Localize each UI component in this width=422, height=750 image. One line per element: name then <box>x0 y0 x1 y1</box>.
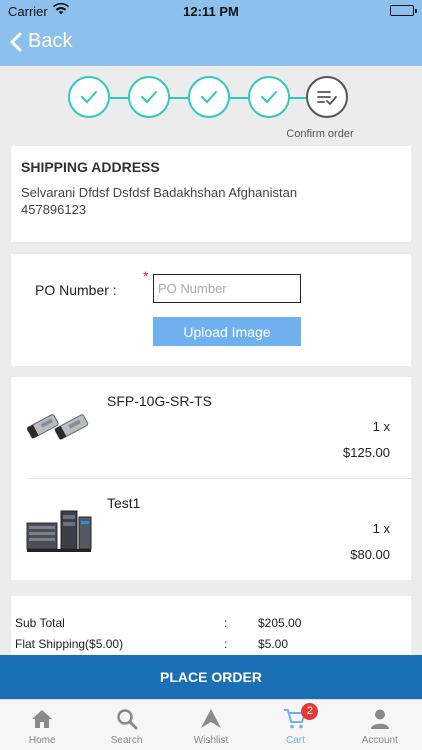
step-1-completed <box>68 76 110 118</box>
tab-cart[interactable]: 2 Cart <box>253 700 337 750</box>
item-name: Test1 <box>107 495 141 511</box>
shipping-address-title: SHIPPING ADDRESS <box>21 159 160 175</box>
item-quantity: 1 x <box>372 419 390 434</box>
po-number-card: PO Number : * Upload Image <box>11 254 411 366</box>
tab-home[interactable]: Home <box>0 700 84 750</box>
checkmark-icon <box>261 91 277 103</box>
tab-search[interactable]: Search <box>84 700 168 750</box>
step-caption: Confirm order <box>286 128 354 140</box>
tab-bar: Home Search Wishlist 2 Cart Account <box>0 699 422 750</box>
search-icon <box>116 709 138 730</box>
checkmark-icon <box>201 91 217 103</box>
required-mark: * <box>143 268 149 284</box>
list-check-icon <box>317 91 337 105</box>
home-icon <box>32 710 53 728</box>
step-3-completed <box>188 76 230 118</box>
shipping-address-card: SHIPPING ADDRESS Selvarani Dfdsf Dsfdsf … <box>11 146 411 242</box>
tab-wishlist[interactable]: Wishlist <box>169 700 253 750</box>
separator: : <box>224 616 228 630</box>
chevron-left-icon <box>10 32 22 51</box>
status-bar: Carrier 12:11 PM <box>0 0 422 22</box>
step-connector <box>110 97 128 99</box>
step-5-confirm-order <box>306 76 348 118</box>
wishlist-icon <box>201 709 222 728</box>
clock: 12:11 PM <box>183 4 239 19</box>
subtotal-label: Sub Total <box>15 616 65 630</box>
tab-label: Account <box>361 735 398 746</box>
nav-bar: Back <box>0 22 422 66</box>
cart-count-badge: 2 <box>301 703 319 720</box>
step-connector <box>230 97 248 99</box>
tab-label: Cart <box>285 735 305 746</box>
account-icon <box>370 709 389 729</box>
checkmark-icon <box>81 91 97 103</box>
subtotal-value: $205.00 <box>258 616 302 630</box>
separator: : <box>224 637 228 651</box>
step-2-completed <box>128 76 170 118</box>
back-button[interactable]: Back <box>10 30 72 53</box>
address-line-1: Selvarani Dfdsf Dsfdsf Badakhshan Afghan… <box>21 185 298 200</box>
step-connector <box>170 97 188 99</box>
po-number-input[interactable] <box>153 274 301 303</box>
place-order-button[interactable]: PLACE ORDER <box>0 655 422 699</box>
cart-item[interactable]: Test1 1 x $80.00 <box>11 479 411 579</box>
shipping-address-text: Selvarani Dfdsf Dsfdsf Badakhshan Afghan… <box>21 184 391 218</box>
tab-label: Wishlist <box>193 735 229 746</box>
battery-icon <box>390 5 417 16</box>
shipping-label: Flat Shipping($5.00) <box>15 637 124 651</box>
back-label: Back <box>28 30 73 52</box>
upload-image-button[interactable]: Upload Image <box>153 317 301 346</box>
item-quantity: 1 x <box>372 521 390 536</box>
checkout-stepper: Confirm order <box>0 66 422 146</box>
address-line-2: 457896123 <box>21 202 87 217</box>
item-price: $125.00 <box>343 445 390 460</box>
order-totals-card: Sub Total : $205.00 Flat Shipping($5.00)… <box>11 596 411 656</box>
checkmark-icon <box>141 91 157 103</box>
cart-items-card: SFP-10G-SR-TS 1 x $125.00 Test1 1 x $80.… <box>11 377 411 580</box>
po-number-label: PO Number : <box>35 282 117 298</box>
item-price: $80.00 <box>350 547 390 562</box>
step-4-completed <box>248 76 290 118</box>
network-switch-image <box>26 510 92 552</box>
tab-account[interactable]: Account <box>338 700 422 750</box>
shipping-value: $5.00 <box>258 637 289 651</box>
tab-label: Home <box>28 735 56 746</box>
cart-item[interactable]: SFP-10G-SR-TS 1 x $125.00 <box>11 377 411 477</box>
sfp-module-image <box>26 414 89 440</box>
item-name: SFP-10G-SR-TS <box>107 393 213 409</box>
tab-label: Search <box>110 735 143 746</box>
